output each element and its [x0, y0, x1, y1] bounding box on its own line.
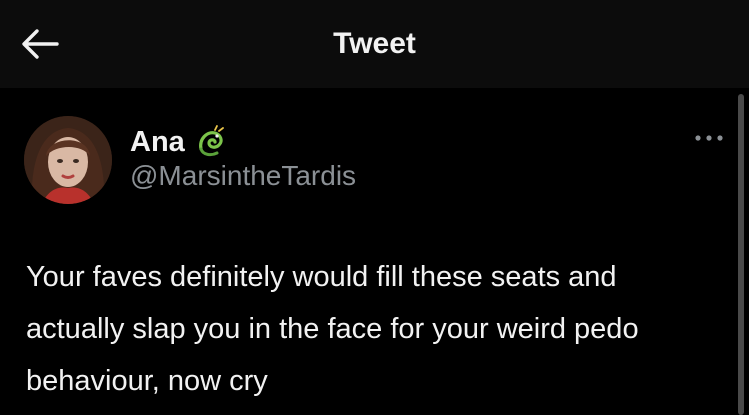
author-handle[interactable]: @MarsintheTardis [130, 159, 356, 193]
tweet-text: Your faves definitely would fill these s… [26, 261, 639, 397]
page-title: Tweet [333, 27, 416, 60]
dragon-emoji-icon [198, 125, 224, 157]
arrow-left-icon [22, 29, 59, 59]
back-button[interactable] [18, 24, 62, 64]
scrollbar[interactable] [738, 94, 744, 415]
avatar[interactable] [24, 116, 112, 204]
top-bar: Tweet [0, 0, 749, 88]
more-options-button[interactable] [692, 126, 726, 150]
author-name-row[interactable]: Ana [130, 124, 227, 160]
author-name[interactable]: Ana [130, 125, 185, 159]
avatar-photo [24, 116, 112, 204]
more-horizontal-icon [695, 135, 723, 141]
